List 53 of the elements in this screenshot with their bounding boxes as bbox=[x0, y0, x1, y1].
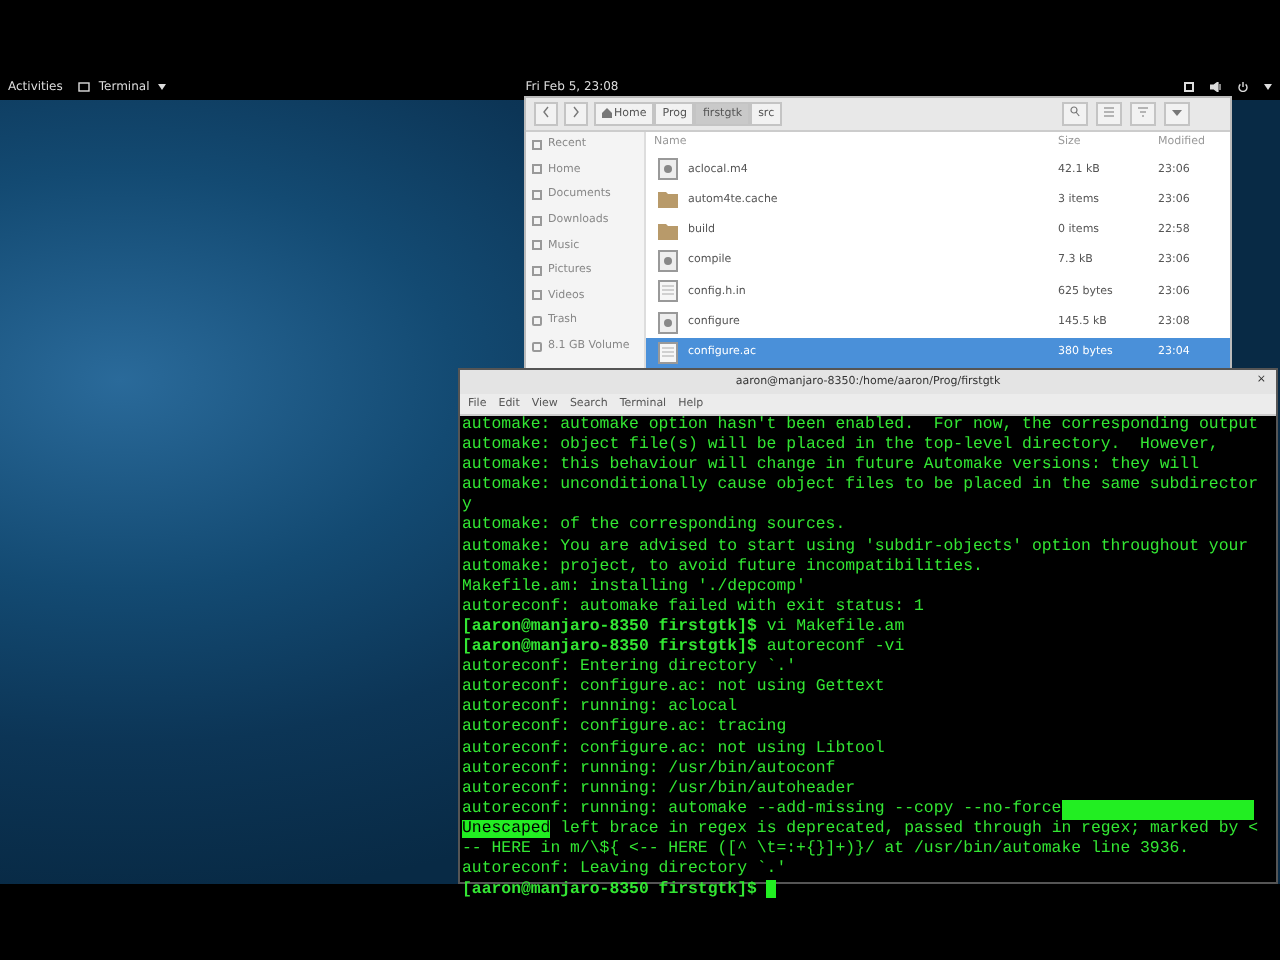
output-line: automake: this behaviour will change in future Automake versions: they will bbox=[462, 456, 1199, 475]
chevron-right-icon bbox=[572, 106, 580, 119]
output-line: automake: You are advised to start using 'subdir-objects' option throughout your bbox=[462, 537, 1249, 556]
sort-icon bbox=[1138, 106, 1148, 119]
back-button[interactable] bbox=[534, 102, 558, 126]
output-line: Makefile.am: installing './depcomp' bbox=[462, 577, 806, 596]
power-icon[interactable] bbox=[1238, 82, 1248, 92]
text-file-icon bbox=[658, 341, 678, 364]
script-file-icon bbox=[658, 311, 678, 334]
output-line: y bbox=[462, 496, 472, 515]
output-line: automake: of the corresponding sources. bbox=[462, 516, 846, 535]
output-line: autoreconf: running: /usr/bin/autoconf bbox=[462, 759, 836, 778]
output-line: autoreconf: Entering directory `.' bbox=[462, 658, 797, 677]
output-line: autoreconf: configure.ac: tracing bbox=[462, 718, 787, 737]
output-line: autoreconf: running: aclocal bbox=[462, 698, 738, 717]
chevron-left-icon bbox=[542, 106, 550, 119]
search-button[interactable] bbox=[1062, 102, 1088, 126]
folder-icon bbox=[658, 219, 678, 242]
prompt-directory: firstgtk]$ bbox=[658, 881, 757, 900]
output-line: autoreconf: configure.ac: not using Gettext bbox=[462, 678, 885, 697]
terminal-icon bbox=[78, 82, 91, 92]
output-line: left brace in regex is deprecated, passed through in regex; marked by < bbox=[558, 819, 1258, 838]
folder-icon bbox=[658, 188, 678, 211]
caret-icon bbox=[157, 84, 166, 90]
caret-icon[interactable] bbox=[1264, 84, 1272, 90]
output-line: -- HERE in m/\${ <-- HERE ([^ \t=:+{}]+)}/ at /usr/bin/automake line 3936. bbox=[462, 839, 1190, 858]
prompt-directory: firstgtk]$ bbox=[658, 617, 757, 636]
output-line: automake: automake option hasn't been enabled. For now, the corresponding output bbox=[462, 416, 1258, 434]
prompt-user: [aaron@manjaro-8350 bbox=[462, 617, 649, 636]
command-text: vi Makefile.am bbox=[766, 617, 905, 636]
text-file-icon bbox=[658, 280, 678, 303]
speaker-icon[interactable] bbox=[1210, 82, 1222, 92]
prompt-directory: firstgtk]$ bbox=[658, 638, 757, 657]
command-text: autoreconf -vi bbox=[766, 638, 905, 657]
caret-icon bbox=[1172, 106, 1182, 119]
menu-button[interactable] bbox=[1164, 102, 1190, 126]
output-line: automake: project, to avoid future incompatibilities. bbox=[462, 557, 983, 576]
search-icon bbox=[1070, 106, 1080, 119]
prompt-user: [aaron@manjaro-8350 bbox=[462, 881, 649, 900]
script-file-icon bbox=[658, 158, 678, 181]
output-line: automake: object file(s) will be placed in the top-level directory. However, bbox=[462, 436, 1219, 455]
output-line: autoreconf: automake failed with exit status: 1 bbox=[462, 597, 924, 616]
script-file-icon bbox=[658, 250, 678, 273]
output-line: autoreconf: running: automake --add-missing --copy --no-force bbox=[462, 799, 1062, 818]
prompt-user: [aaron@manjaro-8350 bbox=[462, 638, 649, 657]
output-line: autoreconf: Leaving directory `.' bbox=[462, 860, 787, 879]
output-line: autoreconf: running: /usr/bin/autoheader bbox=[462, 779, 856, 798]
output-line: autoreconf: configure.ac: not using Libtool bbox=[462, 739, 885, 757]
window-icon[interactable] bbox=[1184, 82, 1194, 92]
selected-text: Unescaped bbox=[462, 819, 551, 838]
list-icon bbox=[1104, 106, 1114, 119]
forward-button[interactable] bbox=[564, 102, 588, 126]
output-line: automake: unconditionally cause object files to be placed in the same subdirector bbox=[462, 476, 1258, 495]
